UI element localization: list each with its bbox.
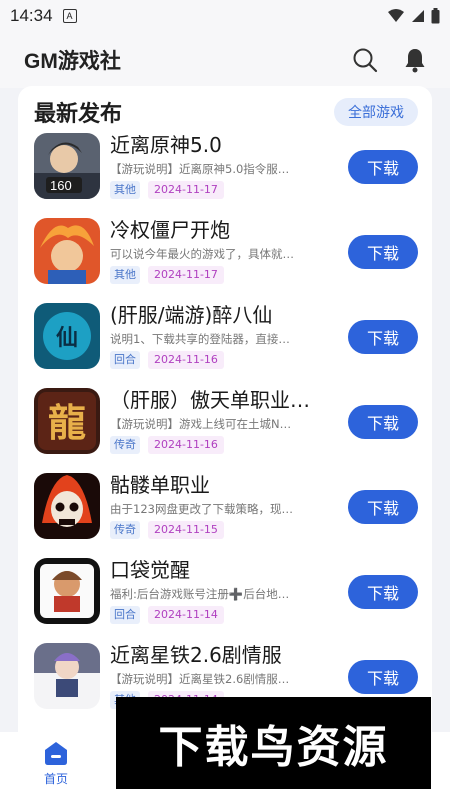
game-description: 说明1、下载共享的登陆器，直接… xyxy=(110,332,290,346)
game-thumbnail-art xyxy=(34,558,100,624)
release-date: 2024-11-16 xyxy=(148,351,224,369)
game-description: 【游玩说明】近离原神5.0指令服… xyxy=(110,162,290,176)
release-date: 2024-11-14 xyxy=(148,606,224,624)
signal-icon xyxy=(412,10,424,22)
thumb-glyph: 仙 xyxy=(56,325,78,351)
category-tag: 传奇 xyxy=(110,436,140,454)
game-name[interactable]: 骷髅单职业 xyxy=(110,472,335,498)
game-item[interactable]: 冷权僵尸开炮 可以说今年最火的游戏了，具体就… 其他 2024-11-17 下载 xyxy=(18,213,432,298)
game-description: 【游玩说明】近离星铁2.6剧情服… xyxy=(110,672,290,686)
nav-home[interactable]: 首页 xyxy=(26,740,86,787)
category-tag: 传奇 xyxy=(110,521,140,539)
status-time: 14:34 xyxy=(10,6,53,25)
notification-icon: A xyxy=(62,9,77,23)
game-thumbnail-art: 160 xyxy=(34,133,100,199)
game-description: 【游玩说明】游戏上线可在土城N… xyxy=(110,417,292,431)
game-thumbnail-art xyxy=(34,473,100,539)
game-name[interactable]: 近离星铁2.6剧情服 xyxy=(110,642,335,668)
game-thumbnail[interactable]: 160 xyxy=(34,133,100,199)
game-thumbnail[interactable]: 龍 xyxy=(34,388,100,454)
game-item[interactable]: 骷髅单职业 由于123网盘更改了下载策略，现… 传奇 2024-11-15 下载 xyxy=(18,468,432,553)
release-date: 2024-11-15 xyxy=(148,521,224,539)
game-item[interactable]: 龍 （肝服）傲天单职业… 【游玩说明】游戏上线可在土城N… 传奇 2024-11… xyxy=(18,383,432,468)
watermark: 下载鸟资源 xyxy=(116,697,431,789)
bell-icon[interactable] xyxy=(404,47,426,73)
download-button[interactable]: 下载 xyxy=(348,575,418,609)
release-date: 2024-11-17 xyxy=(148,181,224,199)
game-thumbnail[interactable] xyxy=(34,218,100,284)
game-description: 可以说今年最火的游戏了，具体就… xyxy=(110,247,294,261)
section-title: 最新发布 xyxy=(34,102,123,127)
home-icon xyxy=(45,742,67,765)
download-button[interactable]: 下载 xyxy=(348,150,418,184)
game-item[interactable]: 仙 (肝服/端游)醉八仙 说明1、下载共享的登陆器，直接… 回合 2024-11… xyxy=(18,298,432,383)
game-name[interactable]: (肝服/端游)醉八仙 xyxy=(110,302,335,328)
category-tag: 其他 xyxy=(110,181,140,199)
category-tag: 回合 xyxy=(110,351,140,369)
search-icon[interactable] xyxy=(352,47,378,73)
game-description: 福利:后台游戏账号注册➕后台地… xyxy=(110,587,290,601)
game-list: 160 近离原神5.0 【游玩说明】近离原神5.0指令服… 其他 2024-11… xyxy=(18,128,432,723)
category-tag: 回合 xyxy=(110,606,140,624)
battery-icon xyxy=(431,8,440,24)
game-thumbnail[interactable] xyxy=(34,643,100,709)
download-button[interactable]: 下载 xyxy=(348,490,418,524)
game-thumbnail-art: 龍 xyxy=(34,388,100,454)
game-item[interactable]: 160 近离原神5.0 【游玩说明】近离原神5.0指令服… 其他 2024-11… xyxy=(18,128,432,213)
game-thumbnail-art xyxy=(34,643,100,709)
status-bar: 14:34 A xyxy=(0,0,450,32)
game-item[interactable]: 口袋觉醒 福利:后台游戏账号注册➕后台地… 回合 2024-11-14 下载 xyxy=(18,553,432,638)
status-icons xyxy=(387,8,440,24)
nav-home-label: 首页 xyxy=(43,772,68,786)
app-header: GM游戏社 xyxy=(0,32,450,88)
game-name[interactable]: 口袋觉醒 xyxy=(110,557,335,583)
download-button[interactable]: 下载 xyxy=(348,660,418,694)
game-name[interactable]: 冷权僵尸开炮 xyxy=(110,217,335,243)
wifi-icon xyxy=(388,9,404,22)
game-thumbnail-art: 仙 xyxy=(34,303,100,369)
latest-releases-card: 最新发布 全部游戏 160 近离原神5.0 【游玩说明】近离原神5.0指令服… … xyxy=(18,86,432,746)
game-thumbnail[interactable]: 仙 xyxy=(34,303,100,369)
game-thumbnail[interactable] xyxy=(34,473,100,539)
game-name[interactable]: 近离原神5.0 xyxy=(110,132,335,158)
game-name[interactable]: （肝服）傲天单职业… xyxy=(110,387,335,413)
watermark-text: 下载鸟资源 xyxy=(158,722,389,773)
category-tag: 其他 xyxy=(110,266,140,284)
download-button[interactable]: 下载 xyxy=(348,405,418,439)
thumb-number: 160 xyxy=(50,178,72,193)
app-title: GM游戏社 xyxy=(24,50,121,73)
game-thumbnail-art xyxy=(34,218,100,284)
game-thumbnail[interactable] xyxy=(34,558,100,624)
game-description: 由于123网盘更改了下载策略，现… xyxy=(110,502,293,516)
release-date: 2024-11-16 xyxy=(148,436,224,454)
download-button[interactable]: 下载 xyxy=(348,320,418,354)
thumb-glyph: 龍 xyxy=(48,400,86,445)
release-date: 2024-11-17 xyxy=(148,266,224,284)
all-games-button[interactable]: 全部游戏 xyxy=(334,98,418,126)
download-button[interactable]: 下载 xyxy=(348,235,418,269)
